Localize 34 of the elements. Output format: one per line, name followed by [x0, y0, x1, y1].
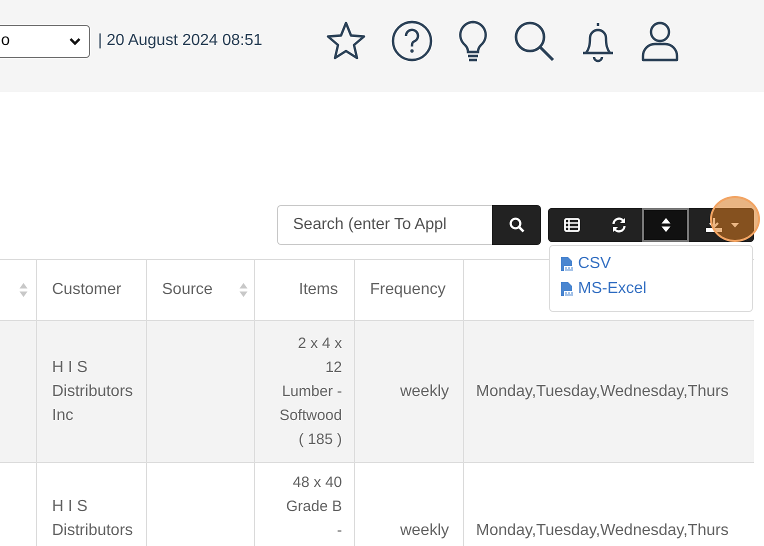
help-icon[interactable]: [390, 19, 434, 63]
chevron-icon: [69, 36, 81, 46]
sort-button[interactable]: [642, 208, 689, 242]
table-cell-text: weekly: [400, 521, 449, 541]
table-cell-text: H I S Distributors: [52, 497, 134, 541]
table-cell-text: 2 x 4 x 12 Lumber - Softwood ( 185 ): [278, 334, 342, 450]
column-header[interactable]: Items: [255, 260, 355, 320]
search-button[interactable]: [492, 205, 541, 245]
caret-icon: [730, 222, 738, 228]
user-icon[interactable]: [640, 19, 680, 63]
highlight-ring: [710, 196, 760, 242]
csv-file-icon: [560, 280, 574, 296]
list-icon: [564, 218, 580, 232]
table-cell-text: Monday,Tuesday,Wednesday,Thurs: [476, 521, 729, 541]
sort-icon: [660, 217, 670, 233]
search-icon[interactable]: [512, 19, 556, 63]
sort-icon: [19, 282, 28, 298]
column-header[interactable]: Source: [147, 260, 255, 320]
table-cell-text: H I S Distributors Inc: [52, 358, 134, 426]
column-header[interactable]: Frequency: [355, 260, 464, 320]
menu-item[interactable]: MS-Excel: [560, 277, 646, 300]
table-cell-text: 48 x 40 Grade B -: [285, 473, 342, 541]
download-icon: [704, 217, 722, 233]
table-cell-text: Monday,Tuesday,Wednesday,Thurs: [476, 382, 729, 402]
search-icon: [508, 217, 524, 233]
select-field[interactable]: o: [0, 24, 90, 58]
column-header[interactable]: Customer: [37, 260, 147, 320]
search-field[interactable]: Search (enter To Appl: [277, 205, 492, 245]
refresh-icon: [610, 217, 626, 233]
csv-file-icon: [560, 256, 574, 272]
date-time: | 20 August 2024 08:51: [98, 32, 262, 50]
table-cell-text: weekly: [400, 382, 449, 402]
sort-icon: [239, 282, 248, 298]
menu-item[interactable]: CSV: [560, 252, 611, 275]
